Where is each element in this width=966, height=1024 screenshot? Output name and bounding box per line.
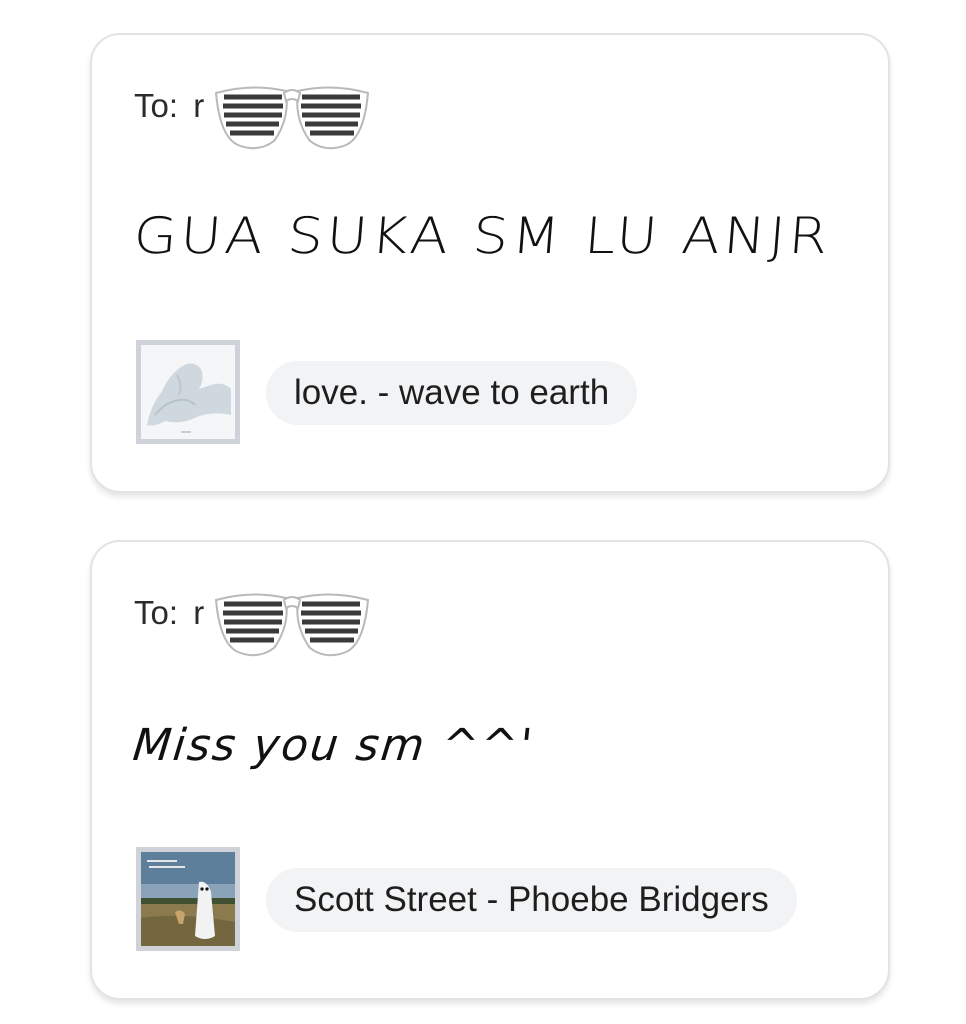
song-pill[interactable]: love. - wave to earth <box>266 361 638 425</box>
album-cover-scott-street <box>141 852 235 946</box>
note-message: Miss you sm ^^' <box>130 720 537 771</box>
note-card[interactable]: To: ra Miss you sm ^^' <box>90 540 890 1000</box>
recipient-start: r <box>193 87 205 124</box>
note-card[interactable]: To: ra GUA SUKA SM LU ANJR <box>90 33 890 493</box>
album-cover-love <box>141 345 235 439</box>
shutter-shades-sticker-icon <box>214 593 370 657</box>
to-label: To: <box>134 87 179 124</box>
recipient-start: r <box>193 594 205 631</box>
album-art-icon[interactable] <box>136 340 240 444</box>
to-label: To: <box>134 594 179 631</box>
note-message: GUA SUKA SM LU ANJR <box>131 207 834 265</box>
shutter-shades-sticker-icon <box>214 86 370 150</box>
album-art-icon[interactable] <box>136 847 240 951</box>
song-pill[interactable]: Scott Street - Phoebe Bridgers <box>266 868 797 932</box>
